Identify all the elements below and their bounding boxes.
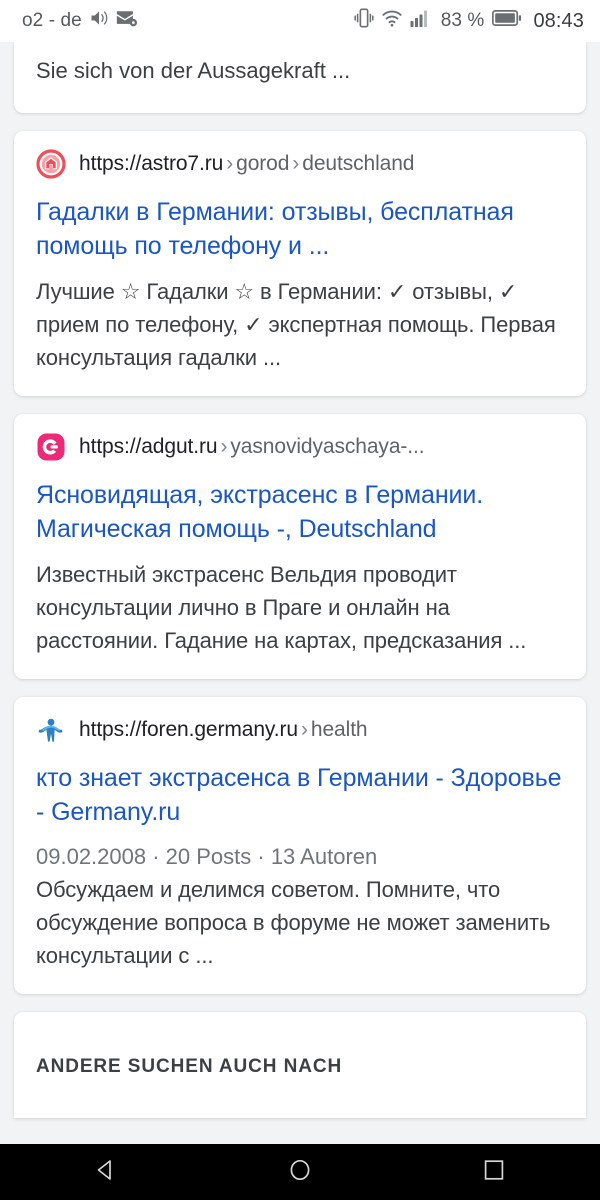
search-result-card-germany-ru[interactable]: https://foren.germany.ru › health кто знае… — [14, 697, 586, 994]
result-title-link[interactable]: Ясновидящая, экстрасенс в Германии. Маги… — [36, 478, 564, 546]
result-url-text[interactable]: https://foren.germany.ru › health — [79, 718, 368, 742]
search-results-scroll-area[interactable]: Sie sich von der Aussagekraft ... https:… — [0, 42, 600, 1144]
battery-percent-label: 83 % — [440, 10, 485, 31]
result-description: Обсуждаем и делимся советом. Помните, чт… — [36, 877, 551, 968]
wifi-icon — [381, 8, 403, 34]
result-url-text[interactable]: https://adgut.ru › yasnovidyaschaya-... — [79, 435, 425, 459]
result-url-domain: https://adgut.ru — [79, 435, 218, 458]
url-separator-icon: › — [300, 718, 308, 741]
vibrate-icon — [354, 7, 374, 35]
adgut-g-icon — [36, 432, 66, 462]
result-url-domain: https://astro7.ru — [79, 152, 224, 175]
result-title-link[interactable]: кто знает экстрасенса в Германии - Здоро… — [36, 761, 564, 829]
result-url-path-0: gorod — [236, 152, 290, 175]
result-url-path-0: yasnovidyaschaya-... — [230, 435, 425, 458]
back-button[interactable] — [83, 1149, 129, 1195]
recents-button[interactable] — [471, 1149, 517, 1195]
partial-snippet-text: Sie sich von der Aussagekraft ... — [36, 58, 351, 83]
url-separator-icon: › — [220, 435, 228, 458]
result-url-row[interactable]: https://foren.germany.ru › health — [36, 715, 564, 745]
result-title-link[interactable]: Гадалки в Германии: отзывы, бесплатная п… — [36, 195, 564, 263]
android-navigation-bar — [0, 1144, 600, 1200]
mail-settings-icon — [116, 8, 138, 34]
result-description: Известный экстрасенс Вельдия проводит ко… — [36, 562, 527, 653]
carrier-label: o2 - de — [22, 10, 82, 31]
cellular-signal-icon — [410, 8, 432, 34]
result-url-text[interactable]: https://astro7.ru › gorod › deutschland — [79, 152, 414, 176]
url-separator-icon: › — [226, 152, 234, 175]
volume-on-icon — [89, 8, 109, 34]
search-result-card-partial[interactable]: Sie sich von der Aussagekraft ... — [14, 42, 586, 113]
status-bar: o2 - de 83 % 08:43 — [0, 0, 600, 42]
status-bar-left: o2 - de — [22, 8, 138, 34]
result-description: Лучшие ☆ Гадалки ☆ в Германии: ✓ отзывы,… — [36, 279, 556, 370]
result-url-domain: https://foren.germany.ru — [79, 718, 298, 741]
home-circle-icon — [287, 1157, 313, 1188]
home-button[interactable] — [277, 1149, 323, 1195]
related-searches-card[interactable]: ANDERE SUCHEN AUCH NACH — [14, 1012, 586, 1118]
germany-ru-person-icon — [36, 715, 66, 745]
search-result-card-astro7[interactable]: https://astro7.ru › gorod › deutschland Гада… — [14, 131, 586, 396]
status-bar-right: 83 % 08:43 — [354, 7, 584, 35]
related-searches-heading: ANDERE SUCHEN AUCH NACH — [36, 1056, 343, 1077]
back-triangle-icon — [93, 1157, 119, 1188]
clock-label: 08:43 — [533, 9, 584, 32]
search-result-card-adgut[interactable]: https://adgut.ru › yasnovidyaschaya-... Яс… — [14, 414, 586, 679]
astro7-star-icon — [36, 149, 66, 179]
result-url-path-0: health — [310, 718, 368, 741]
url-separator-icon: › — [292, 152, 300, 175]
result-url-path-1: deutschland — [302, 152, 415, 175]
result-url-row[interactable]: https://adgut.ru › yasnovidyaschaya-... — [36, 432, 564, 462]
battery-icon — [492, 9, 522, 33]
recents-square-icon — [481, 1157, 507, 1188]
result-url-row[interactable]: https://astro7.ru › gorod › deutschland — [36, 149, 564, 179]
result-meta-line: 09.02.2008 · 20 Posts · 13 Autoren — [36, 844, 378, 869]
